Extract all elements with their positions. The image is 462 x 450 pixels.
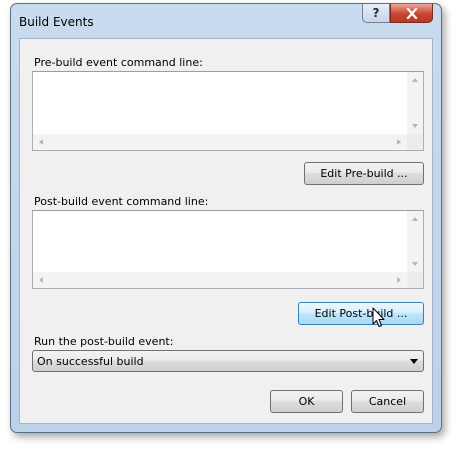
prebuild-command-textarea[interactable] — [32, 71, 424, 151]
edit-postbuild-button[interactable]: Edit Post-build ... — [298, 302, 424, 325]
scroll-up-icon[interactable] — [412, 78, 418, 82]
close-icon — [406, 7, 417, 20]
help-icon: ? — [372, 6, 380, 20]
scrollbar-corner — [407, 272, 423, 288]
scroll-down-icon[interactable] — [412, 262, 418, 266]
postbuild-vertical-scrollbar[interactable] — [407, 211, 423, 272]
scroll-left-icon[interactable] — [39, 139, 43, 145]
cancel-button[interactable]: Cancel — [351, 390, 424, 413]
dialog-body: Pre-build event command line: Edit Pre-b… — [19, 38, 433, 424]
run-event-dropdown[interactable]: On successful build — [32, 350, 424, 372]
prebuild-horizontal-scrollbar[interactable] — [33, 134, 407, 150]
ok-button[interactable]: OK — [270, 390, 343, 413]
scroll-down-icon[interactable] — [412, 124, 418, 128]
chevron-down-icon — [410, 359, 418, 364]
run-event-label: Run the post-build event: — [34, 335, 174, 348]
edit-prebuild-button[interactable]: Edit Pre-build ... — [304, 162, 424, 185]
scrollbar-corner — [407, 134, 423, 150]
postbuild-command-textarea[interactable] — [32, 210, 424, 289]
close-button[interactable] — [390, 4, 433, 23]
help-button[interactable]: ? — [362, 4, 390, 23]
scroll-right-icon[interactable] — [397, 139, 401, 145]
run-event-selected-value: On successful build — [37, 355, 144, 368]
pointer-cursor-icon — [372, 307, 385, 327]
scroll-left-icon[interactable] — [39, 277, 43, 283]
prebuild-label: Pre-build event command line: — [34, 56, 203, 69]
build-events-dialog: Build Events ? Pre-build event command l… — [10, 3, 442, 433]
scroll-right-icon[interactable] — [397, 277, 401, 283]
postbuild-horizontal-scrollbar[interactable] — [33, 272, 407, 288]
title-bar[interactable]: Build Events ? — [11, 4, 441, 34]
scroll-up-icon[interactable] — [412, 217, 418, 221]
postbuild-label: Post-build event command line: — [34, 195, 209, 208]
prebuild-vertical-scrollbar[interactable] — [407, 72, 423, 134]
dialog-title: Build Events — [19, 15, 94, 29]
